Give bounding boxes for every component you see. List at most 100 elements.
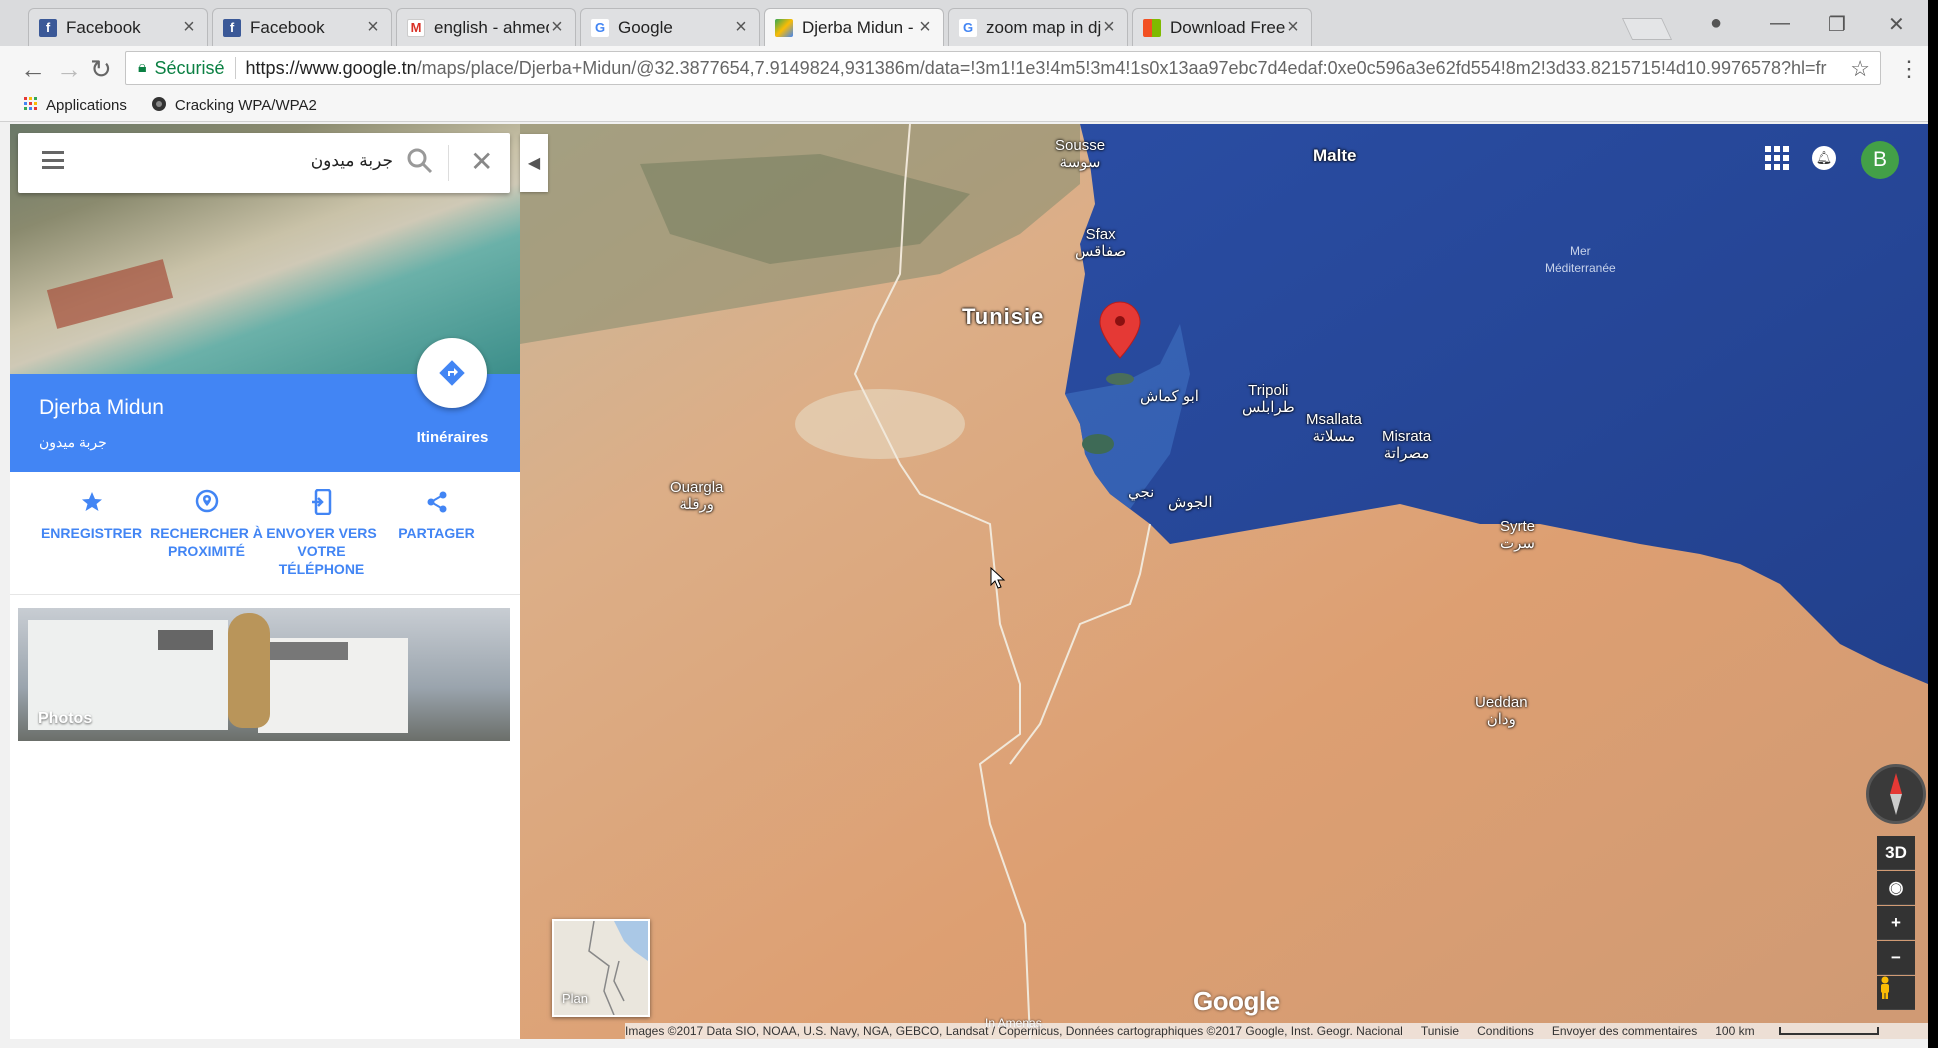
collapse-panel-button[interactable]: ◀ bbox=[520, 134, 548, 192]
my-location-icon[interactable]: ◉ bbox=[1877, 871, 1915, 905]
close-tab-icon[interactable]: × bbox=[917, 16, 933, 39]
windows-icon bbox=[1143, 18, 1161, 37]
reload-icon[interactable]: ↻ bbox=[90, 54, 112, 85]
tab-label: english - ahmed.benab bbox=[434, 17, 549, 37]
search-input[interactable]: جربة ميدون bbox=[218, 151, 393, 171]
zoom-out-button[interactable]: − bbox=[1877, 941, 1915, 975]
google-apps-icon[interactable] bbox=[1765, 146, 1789, 170]
directions-button[interactable] bbox=[417, 338, 487, 408]
nearby-button[interactable]: RECHERCHER À PROXIMITÉ bbox=[149, 472, 264, 594]
share-icon bbox=[379, 488, 494, 516]
back-icon[interactable]: ← bbox=[20, 54, 46, 85]
close-tab-icon[interactable]: × bbox=[549, 16, 565, 39]
url-host: https://www.google.tn bbox=[245, 57, 417, 78]
close-tab-icon[interactable]: × bbox=[1285, 16, 1301, 39]
save-button[interactable]: ENREGISTRER bbox=[34, 472, 149, 594]
hero-image-detail bbox=[46, 259, 174, 329]
zoom-in-button[interactable]: + bbox=[1877, 906, 1915, 940]
map-canvas[interactable]: Sousse سوسة Malte Sfax صفاقس Mer Méditerran… bbox=[520, 124, 1928, 1039]
bookmark-cracking[interactable]: Cracking WPA/WPA2 bbox=[151, 96, 317, 116]
search-box: جربة ميدون ✕ bbox=[18, 133, 510, 193]
google-icon: G bbox=[959, 18, 977, 37]
photo-awning bbox=[158, 630, 213, 650]
bookmark-label: Cracking WPA/WPA2 bbox=[174, 97, 317, 114]
apps-grid-icon bbox=[24, 96, 38, 115]
star-icon bbox=[34, 488, 149, 516]
action-row: ENREGISTRER RECHERCHER À PROXIMITÉ ENVOY… bbox=[10, 472, 520, 594]
close-tab-icon[interactable]: × bbox=[733, 16, 749, 39]
google-logo: Google bbox=[1193, 986, 1280, 1016]
forward-icon[interactable]: → bbox=[56, 54, 82, 85]
map-label-tripoli: Tripoli طرابلس bbox=[1242, 382, 1295, 416]
tab-zoom-map[interactable]: G zoom map in djerba - × bbox=[948, 8, 1128, 46]
photos-label: Photos bbox=[38, 710, 93, 727]
close-tab-icon[interactable]: × bbox=[365, 16, 381, 39]
map-label-ouargla: Ouargla ورقلة bbox=[670, 479, 724, 513]
3d-toggle-button[interactable]: 3D bbox=[1877, 836, 1915, 870]
photo-awning bbox=[268, 642, 348, 660]
browser-menu-icon[interactable]: ⋮ bbox=[1898, 56, 1920, 82]
facebook-icon: f bbox=[223, 18, 241, 37]
send-to-phone-icon bbox=[264, 488, 379, 516]
notifications-bell-icon[interactable]: 🔔︎ bbox=[1812, 146, 1836, 170]
pegman-icon[interactable] bbox=[1877, 976, 1915, 1010]
search-icon[interactable] bbox=[406, 147, 434, 175]
map-label-nedjet: نجي bbox=[1128, 484, 1155, 501]
tab-label: Djerba Midun - Google bbox=[802, 17, 917, 37]
nearby-pin-icon bbox=[149, 488, 264, 516]
minimap-label: Plan bbox=[562, 991, 589, 1006]
close-tab-icon[interactable]: × bbox=[1101, 16, 1117, 39]
tab-facebook-1[interactable]: f Facebook × bbox=[28, 8, 208, 46]
divider bbox=[10, 594, 520, 595]
photo-jar bbox=[228, 613, 270, 728]
share-button[interactable]: PARTAGER bbox=[379, 472, 494, 594]
photos-card[interactable]: Photos bbox=[18, 608, 510, 741]
scale-label[interactable]: 100 km bbox=[1715, 1024, 1754, 1038]
bookmark-applications[interactable]: Applications bbox=[24, 96, 127, 115]
gmail-icon: M bbox=[407, 18, 425, 37]
map-label-syrte: Syrte سرت bbox=[1500, 518, 1536, 552]
close-tab-icon[interactable]: × bbox=[181, 16, 197, 39]
close-window-icon[interactable]: ✕ bbox=[1888, 12, 1905, 37]
address-bar[interactable]: 🔒︎ Sécurisé https://www.google.tn /maps/… bbox=[125, 51, 1881, 85]
map-label-msallata: Msallata مسلاتة bbox=[1306, 411, 1362, 445]
compass-icon[interactable] bbox=[1866, 764, 1926, 824]
tab-djerba-midun[interactable]: Djerba Midun - Google × bbox=[764, 8, 944, 46]
tab-freescreen[interactable]: Download FreeScreenV × bbox=[1132, 8, 1312, 46]
map-type-toggle[interactable]: Plan bbox=[552, 919, 650, 1017]
hamburger-menu-icon[interactable] bbox=[42, 151, 64, 169]
minimize-icon[interactable]: — bbox=[1770, 12, 1790, 35]
restore-icon[interactable]: ❐ bbox=[1828, 12, 1846, 37]
maps-icon bbox=[775, 18, 793, 37]
tab-label: Facebook bbox=[250, 17, 325, 37]
page-content: Sousse سوسة Malte Sfax صفاقس Mer Méditerran… bbox=[10, 124, 1928, 1039]
tab-google[interactable]: G Google × bbox=[580, 8, 760, 46]
facebook-icon: f bbox=[39, 18, 57, 37]
map-label-al-jawsh: الجوش bbox=[1168, 494, 1213, 511]
send-to-phone-label: ENVOYER VERS VOTRE TÉLÉPHONE bbox=[266, 525, 377, 577]
profile-icon[interactable]: ● bbox=[1710, 12, 1722, 35]
place-subtitle: جربة ميدون bbox=[39, 434, 107, 450]
send-to-phone-button[interactable]: ENVOYER VERS VOTRE TÉLÉPHONE bbox=[264, 472, 379, 594]
globe-icon bbox=[151, 96, 167, 116]
map-label-sousse: Sousse سوسة bbox=[1055, 137, 1106, 171]
new-tab-button[interactable] bbox=[1621, 18, 1673, 40]
lock-icon: 🔒︎ bbox=[138, 59, 147, 76]
close-icon[interactable]: ✕ bbox=[470, 145, 493, 178]
bookmark-star-icon[interactable]: ☆ bbox=[1850, 56, 1870, 82]
tab-facebook-2[interactable]: f Facebook × bbox=[212, 8, 392, 46]
tab-label: Facebook bbox=[66, 17, 141, 37]
bookmarks-bar: Applications Cracking WPA/WPA2 bbox=[0, 90, 1928, 122]
country-link[interactable]: Tunisie bbox=[1421, 1024, 1459, 1038]
map-label-ueddan: Ueddan ودان bbox=[1475, 694, 1528, 728]
feedback-link[interactable]: Envoyer des commentaires bbox=[1552, 1024, 1697, 1038]
account-avatar[interactable]: B bbox=[1861, 141, 1899, 179]
scale-bar bbox=[1778, 1027, 1879, 1035]
conditions-link[interactable]: Conditions bbox=[1477, 1024, 1534, 1038]
tab-gmail[interactable]: M english - ahmed.benab × bbox=[396, 8, 576, 46]
url-path: /maps/place/Djerba+Midun/@32.3877654,7.9… bbox=[416, 57, 1827, 78]
directions-label[interactable]: Itinéraires bbox=[390, 429, 515, 446]
browser-window: f Facebook × f Facebook × M english - ah… bbox=[0, 0, 1928, 1048]
imagery-attribution: Images ©2017 Data SIO, NOAA, U.S. Navy, … bbox=[625, 1024, 1403, 1038]
tab-label: Google bbox=[618, 17, 673, 37]
